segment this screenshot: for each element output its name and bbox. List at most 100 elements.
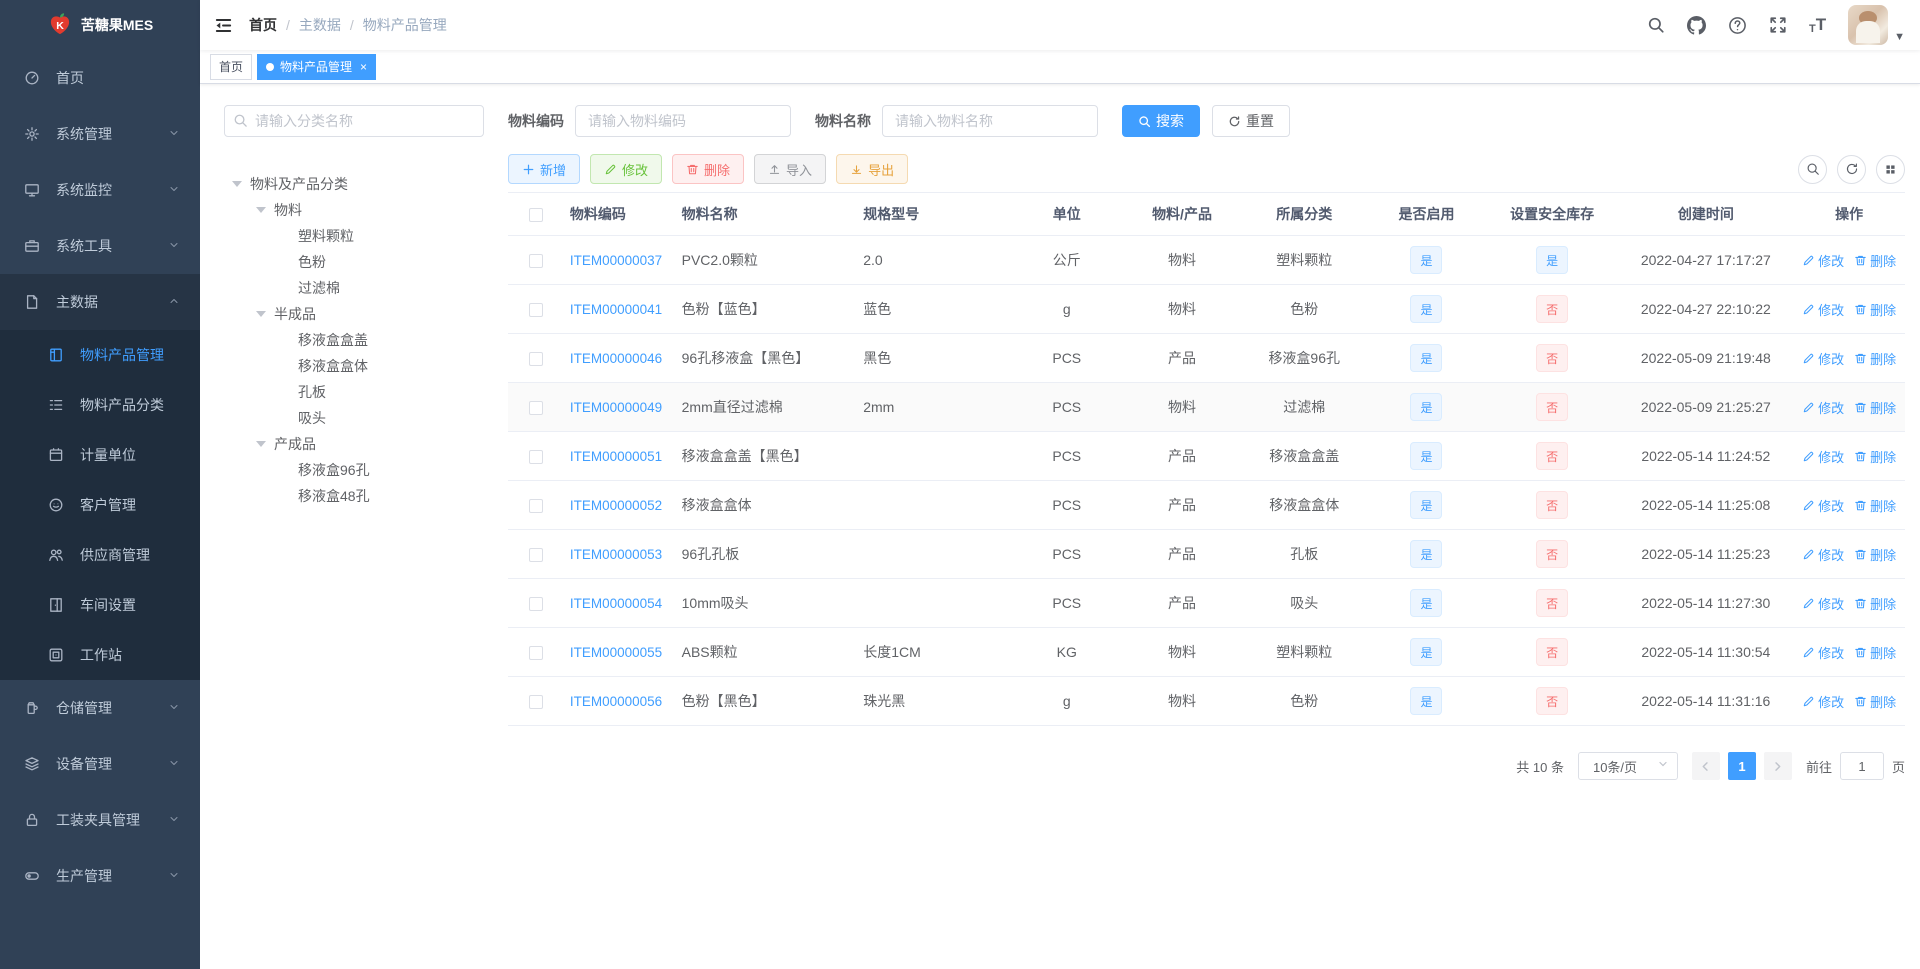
row-edit-link[interactable]: 修改: [1802, 300, 1844, 319]
tree-node[interactable]: 产成品: [224, 431, 484, 457]
row-edit-link[interactable]: 修改: [1802, 594, 1844, 613]
avatar[interactable]: [1848, 5, 1889, 45]
sidebar-item-fixture-management[interactable]: 工装夹具管理: [0, 792, 200, 848]
sidebar-item-master-data[interactable]: 主数据: [0, 274, 200, 330]
material-code-link[interactable]: ITEM00000037: [570, 253, 662, 268]
sidebar-item-customer-management[interactable]: 客户管理: [0, 480, 200, 530]
sidebar-item-system-tools[interactable]: 系统工具: [0, 218, 200, 274]
row-checkbox[interactable]: [528, 597, 543, 612]
material-code-link[interactable]: ITEM00000053: [570, 547, 662, 562]
tree-node[interactable]: 塑料颗粒: [224, 223, 484, 249]
page-size-select[interactable]: 10条/页: [1577, 752, 1678, 780]
row-checkbox[interactable]: [528, 450, 543, 465]
row-checkbox[interactable]: [528, 548, 543, 563]
material-code-link[interactable]: ITEM00000041: [570, 302, 662, 317]
material-code-link[interactable]: ITEM00000054: [570, 596, 662, 611]
row-delete-link[interactable]: 删除: [1854, 594, 1896, 613]
tree-node[interactable]: 过滤棉: [224, 275, 484, 301]
row-checkbox[interactable]: [528, 695, 543, 710]
refresh-toggle-button[interactable]: [1837, 154, 1866, 184]
row-edit-link[interactable]: 修改: [1802, 398, 1844, 417]
search-toggle-button[interactable]: [1798, 154, 1827, 184]
row-edit-link[interactable]: 修改: [1802, 349, 1844, 368]
sidebar-item-system-management[interactable]: 系统管理: [0, 106, 200, 162]
sidebar-item-workshop-settings[interactable]: 车间设置: [0, 580, 200, 630]
material-code-link[interactable]: ITEM00000049: [570, 400, 662, 415]
grid-toggle-button[interactable]: [1876, 154, 1905, 184]
row-delete-link[interactable]: 删除: [1854, 643, 1896, 662]
app-logo[interactable]: K 苦糖果MES: [0, 0, 200, 50]
material-code-link[interactable]: ITEM00000052: [570, 498, 662, 513]
prev-page-button[interactable]: [1691, 752, 1720, 780]
next-page-button[interactable]: [1763, 752, 1792, 780]
row-edit-link[interactable]: 修改: [1802, 643, 1844, 662]
select-all-checkbox[interactable]: [528, 208, 543, 223]
close-icon[interactable]: ×: [360, 60, 367, 74]
row-delete-link[interactable]: 删除: [1854, 398, 1896, 417]
user-menu[interactable]: ▼: [1848, 5, 1905, 45]
reset-button[interactable]: 重置: [1212, 105, 1290, 137]
breadcrumb-item[interactable]: 首页: [249, 15, 277, 35]
export-button[interactable]: 导出: [836, 154, 909, 184]
material-code-link[interactable]: ITEM00000056: [570, 694, 662, 709]
row-delete-link[interactable]: 删除: [1854, 251, 1896, 270]
row-delete-link[interactable]: 删除: [1854, 349, 1896, 368]
row-delete-link[interactable]: 删除: [1854, 300, 1896, 319]
page-number-1[interactable]: 1: [1727, 752, 1756, 780]
filter-input-0[interactable]: [575, 105, 791, 137]
github-icon[interactable]: [1686, 15, 1706, 35]
sidebar-item-measure-unit[interactable]: 计量单位: [0, 430, 200, 480]
fullscreen-icon[interactable]: [1769, 16, 1787, 34]
tree-node[interactable]: 半成品: [224, 301, 484, 327]
breadcrumb-item[interactable]: 主数据: [299, 15, 341, 35]
add-button[interactable]: 新增: [508, 154, 581, 184]
tree-node[interactable]: 色粉: [224, 249, 484, 275]
tree-node[interactable]: 移液盒盒盖: [224, 327, 484, 353]
tree-node[interactable]: 移液盒96孔: [224, 457, 484, 483]
sidebar-item-production-management[interactable]: 生产管理: [0, 848, 200, 904]
search-icon[interactable]: [1647, 16, 1665, 34]
goto-page-input[interactable]: [1839, 752, 1884, 780]
search-button[interactable]: 搜索: [1122, 105, 1200, 137]
sidebar-item-home[interactable]: 首页: [0, 50, 200, 106]
tab-active[interactable]: 物料产品管理 ×: [257, 53, 377, 80]
sidebar-item-equipment-management[interactable]: 设备管理: [0, 736, 200, 792]
tree-node[interactable]: 移液盒盒体: [224, 353, 484, 379]
row-checkbox[interactable]: [528, 303, 543, 318]
row-checkbox[interactable]: [528, 401, 543, 416]
sidebar-collapse-icon[interactable]: [214, 16, 233, 35]
row-checkbox[interactable]: [528, 499, 543, 514]
tree-node[interactable]: 吸头: [224, 405, 484, 431]
sidebar-item-system-monitor[interactable]: 系统监控: [0, 162, 200, 218]
tree-node[interactable]: 物料及产品分类: [224, 171, 484, 197]
category-search-input[interactable]: [224, 105, 484, 137]
material-code-link[interactable]: ITEM00000055: [570, 645, 662, 660]
material-code-link[interactable]: ITEM00000051: [570, 449, 662, 464]
row-delete-link[interactable]: 删除: [1854, 692, 1896, 711]
tree-node[interactable]: 孔板: [224, 379, 484, 405]
filter-input-1[interactable]: [882, 105, 1098, 137]
material-code-link[interactable]: ITEM00000046: [570, 351, 662, 366]
row-checkbox[interactable]: [528, 254, 543, 269]
row-edit-link[interactable]: 修改: [1802, 496, 1844, 515]
row-checkbox[interactable]: [528, 646, 543, 661]
row-edit-link[interactable]: 修改: [1802, 251, 1844, 270]
sidebar-item-material-product-category[interactable]: 物料产品分类: [0, 380, 200, 430]
row-edit-link[interactable]: 修改: [1802, 545, 1844, 564]
sidebar-item-supplier-management[interactable]: 供应商管理: [0, 530, 200, 580]
edit-button[interactable]: 修改: [590, 154, 663, 184]
row-edit-link[interactable]: 修改: [1802, 447, 1844, 466]
question-icon[interactable]: [1728, 16, 1747, 35]
row-edit-link[interactable]: 修改: [1802, 692, 1844, 711]
row-delete-link[interactable]: 删除: [1854, 447, 1896, 466]
font-size-icon[interactable]: TT: [1809, 15, 1826, 35]
tree-node[interactable]: 移液盒48孔: [224, 483, 484, 509]
tree-node[interactable]: 物料: [224, 197, 484, 223]
delete-button[interactable]: 删除: [672, 154, 745, 184]
sidebar-item-warehouse-management[interactable]: 仓储管理: [0, 680, 200, 736]
tab-view[interactable]: 首页: [210, 53, 253, 80]
row-checkbox[interactable]: [528, 352, 543, 367]
sidebar-item-workstation[interactable]: 工作站: [0, 630, 200, 680]
import-button[interactable]: 导入: [754, 154, 827, 184]
sidebar-item-material-product-management[interactable]: 物料产品管理: [0, 330, 200, 380]
